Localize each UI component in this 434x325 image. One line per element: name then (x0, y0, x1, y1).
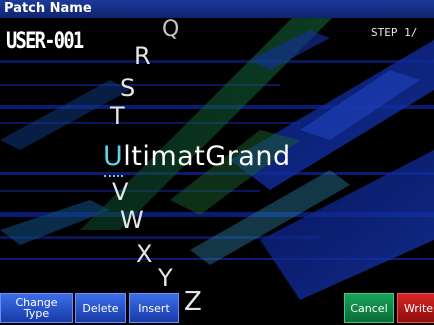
cursor-character: U (103, 141, 124, 172)
change-type-label-line2: Type (23, 307, 50, 320)
selector-letter-x[interactable]: X (136, 242, 152, 266)
cancel-button[interactable]: Cancel (344, 293, 394, 323)
selector-letter-w[interactable]: W (120, 208, 144, 232)
title-bar: Patch Name (0, 0, 434, 18)
step-indicator: STEP 1/ (371, 26, 418, 39)
change-type-button[interactable]: Change Type (0, 293, 73, 323)
selector-letter-s[interactable]: S (120, 76, 135, 100)
write-label: Write (404, 301, 434, 315)
selector-letter-z[interactable]: Z (184, 289, 202, 315)
delete-button[interactable]: Delete (75, 293, 126, 323)
selector-letter-r[interactable]: R (134, 44, 151, 68)
patch-id: USER-001 (6, 29, 84, 54)
title-text: Patch Name (4, 1, 92, 16)
cancel-label: Cancel (350, 301, 388, 315)
selector-letter-v[interactable]: V (112, 180, 128, 204)
selector-letter-t[interactable]: T (110, 104, 125, 128)
write-button[interactable]: Write (397, 293, 434, 323)
delete-label: Delete (82, 301, 119, 315)
screen: Patch Name USER-001 STEP 1/ Q R S T Ulti… (0, 0, 434, 325)
insert-label: Insert (138, 301, 170, 315)
insert-button[interactable]: Insert (129, 293, 179, 323)
patch-name-field[interactable]: UltimatGrand (103, 141, 291, 172)
selector-letter-q[interactable]: Q (162, 18, 179, 42)
patch-name-text: ltimatGrand (123, 141, 291, 172)
selector-letter-y[interactable]: Y (158, 266, 173, 290)
